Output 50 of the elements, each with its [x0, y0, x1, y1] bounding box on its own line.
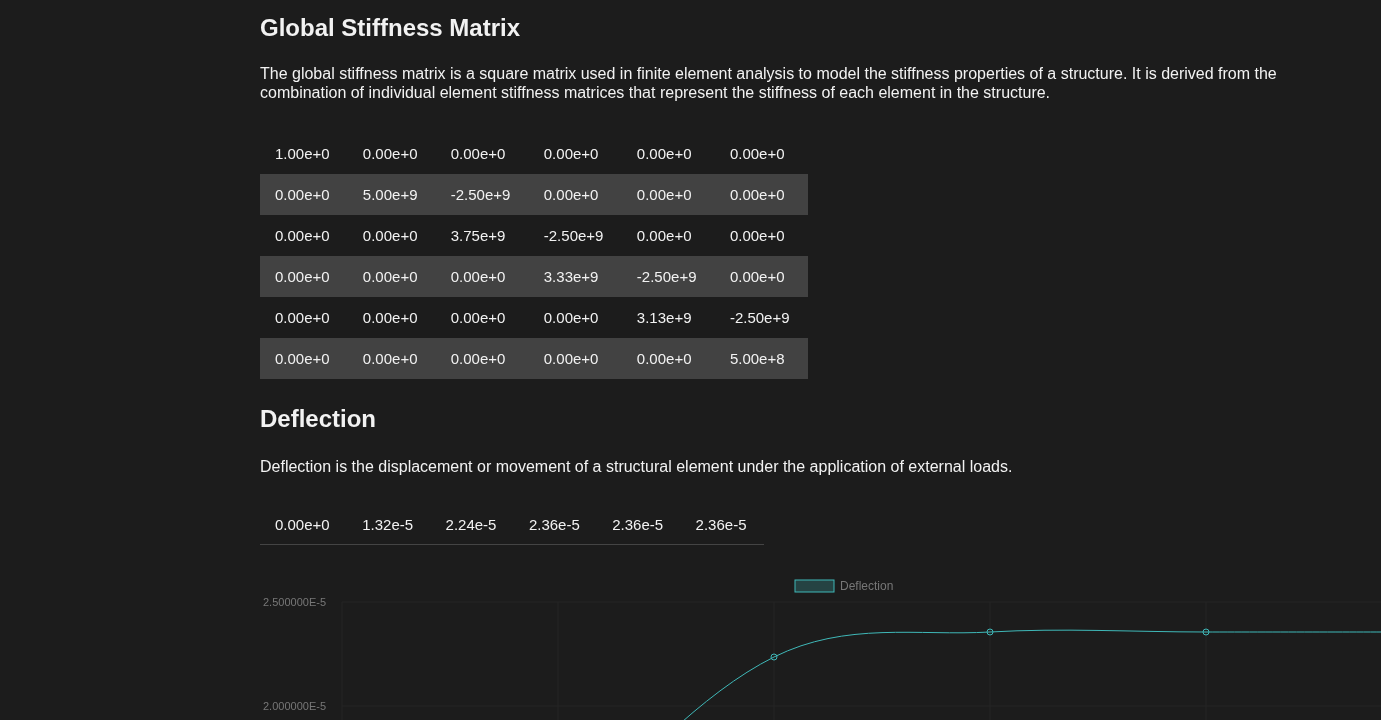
table-cell: 0.00e+0 — [435, 133, 529, 174]
table-cell: 0.00e+0 — [347, 338, 436, 379]
table-cell: 0.00e+0 — [528, 174, 622, 215]
section-heading: Global Stiffness Matrix — [260, 14, 521, 42]
table-cell: -2.50e+9 — [528, 215, 622, 256]
table-cell: 1.00e+0 — [260, 133, 348, 174]
table-cell: 3.13e+9 — [621, 297, 715, 338]
table-cell: 0.00e+0 — [621, 133, 715, 174]
table-cell: 0.00e+0 — [714, 256, 808, 297]
table-cell: 0.00e+0 — [528, 338, 622, 379]
table-cell: 2.36e-5 — [597, 504, 681, 545]
table-cell: 0.00e+0 — [435, 338, 529, 379]
table-cell: 3.75e+9 — [435, 215, 529, 256]
table-cell: 3.33e+9 — [528, 256, 622, 297]
table-cell: 0.00e+0 — [260, 338, 348, 379]
table-cell: -2.50e+9 — [435, 174, 529, 215]
table-cell: 2.36e-5 — [680, 504, 764, 545]
table-cell: 0.00e+0 — [714, 215, 808, 256]
table-cell: 5.00e+9 — [347, 174, 436, 215]
table-cell: -2.50e+9 — [621, 256, 715, 297]
table-cell: 0.00e+0 — [621, 338, 715, 379]
table-cell: 2.36e-5 — [513, 504, 598, 545]
table-cell: 0.00e+0 — [621, 215, 715, 256]
table-cell: 0.00e+0 — [260, 215, 348, 256]
table-cell: 0.00e+0 — [435, 256, 529, 297]
table-cell: 0.00e+0 — [621, 174, 715, 215]
table-cell: 0.00e+0 — [714, 174, 808, 215]
table-cell: 0.00e+0 — [528, 133, 622, 174]
table-cell: 0.00e+0 — [260, 256, 348, 297]
table-cell: 0.00e+0 — [260, 174, 348, 215]
section-description: Deflection is the displacement or movement of a structural element under the application of external loads. — [260, 457, 1014, 476]
section-heading: Deflection — [260, 405, 376, 433]
table-cell: 0.00e+0 — [347, 133, 436, 174]
legend-swatch-icon[interactable] — [794, 579, 835, 593]
table-cell: 0.00e+0 — [347, 297, 436, 338]
table-cell: 0.00e+0 — [435, 297, 529, 338]
axis-tick-label: 2.000000E-5 — [263, 700, 326, 712]
table-cell: 0.00e+0 — [260, 504, 348, 545]
table-cell: 0.00e+0 — [347, 215, 436, 256]
table-cell: 5.00e+8 — [714, 338, 808, 379]
table-cell: 0.00e+0 — [528, 297, 622, 338]
table-cell: 0.00e+0 — [714, 133, 808, 174]
section-description: The global stiffness matrix is a square matrix used in finite element analysis to model the stiffness properties of a structure. It is derived from the combination of individual element stiffness matrices that represent the stiffness of each element in the structure. — [260, 64, 1278, 102]
legend-label[interactable]: Deflection — [840, 579, 894, 593]
table-cell: -2.50e+9 — [714, 297, 808, 338]
table-cell: 0.00e+0 — [260, 297, 348, 338]
table-cell: 1.32e-5 — [347, 504, 431, 545]
table-cell: 0.00e+0 — [347, 256, 436, 297]
table-cell: 2.24e-5 — [430, 504, 514, 545]
axis-tick-label: 2.500000E-5 — [263, 596, 326, 608]
